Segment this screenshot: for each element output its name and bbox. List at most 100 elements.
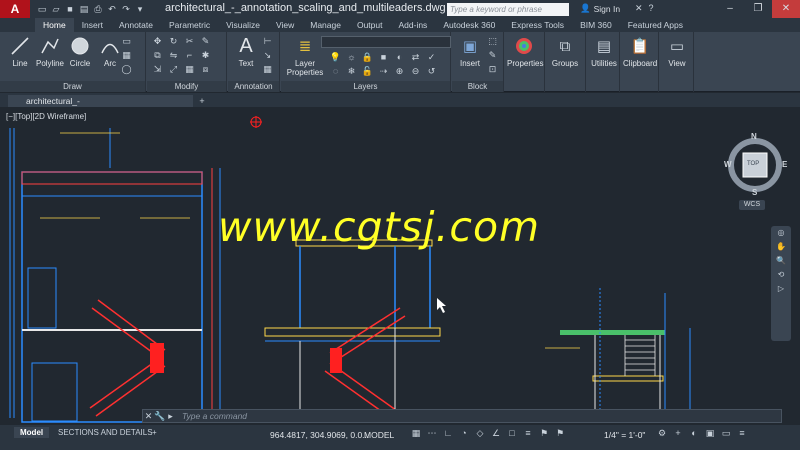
layer-off-icon[interactable]: ◌ <box>329 66 342 77</box>
attribute-icon[interactable]: ⊡ <box>486 64 499 75</box>
minimize-button[interactable]: – <box>716 0 744 18</box>
restore-button[interactable]: ❐ <box>744 0 772 18</box>
layer-current-icon[interactable]: ✓ <box>425 52 438 63</box>
fillet-icon[interactable]: ⌐ <box>183 50 196 61</box>
polar-icon[interactable]: ◔ <box>458 428 470 439</box>
lineweight-icon[interactable]: ≡ <box>522 428 534 439</box>
move-icon[interactable]: ✥ <box>151 36 164 47</box>
layer-prev-icon[interactable]: ↺ <box>425 66 438 77</box>
undo-icon[interactable]: ↶ <box>106 4 118 15</box>
line-tool[interactable]: Line <box>3 35 37 68</box>
properties-tool[interactable]: Properties <box>507 35 543 68</box>
array-icon[interactable]: ▦ <box>183 64 196 75</box>
annotation-scale[interactable]: 1/4" = 1'-0" <box>604 430 645 440</box>
open-icon[interactable]: ▱ <box>50 4 62 15</box>
sign-in-button[interactable]: 👤 Sign In <box>580 3 620 14</box>
showmotion-icon[interactable]: ▷ <box>771 282 791 296</box>
isodraft-icon[interactable]: ◇ <box>474 428 486 439</box>
annotation-visibility-icon[interactable]: ⚑ <box>538 428 550 439</box>
layer-on-icon[interactable]: 💡 <box>329 52 342 63</box>
snap-icon[interactable]: ⋯ <box>426 428 438 439</box>
wcs-menu[interactable]: WCS <box>739 200 765 210</box>
erase-icon[interactable]: ✎ <box>199 36 212 47</box>
tab-home[interactable]: Home <box>35 18 74 32</box>
polyline-tool[interactable]: Polyline <box>33 35 67 68</box>
tab-parametric[interactable]: Parametric <box>161 18 218 32</box>
viewcube-top-face[interactable]: TOP <box>747 161 759 167</box>
viewcube[interactable]: N S E W TOP <box>722 132 788 198</box>
model-space-button[interactable]: MODEL <box>364 430 394 440</box>
view-tool[interactable]: ▭ View <box>660 35 694 68</box>
isolate-icon[interactable]: ◐ <box>688 428 700 439</box>
compass-east[interactable]: E <box>782 160 787 169</box>
redo-icon[interactable]: ↷ <box>120 4 132 15</box>
close-command-icon[interactable]: ✕ <box>143 411 154 422</box>
leader-icon[interactable]: ↘ <box>261 50 274 61</box>
new-icon[interactable]: ▭ <box>36 4 48 15</box>
tab-featured-apps[interactable]: Featured Apps <box>620 18 691 32</box>
command-input[interactable]: Type a command <box>176 411 247 421</box>
layer-match-icon[interactable]: ⇄ <box>409 52 422 63</box>
recent-commands-icon[interactable]: ▸ <box>165 411 176 422</box>
search-input[interactable]: Type a keyword or phrase <box>447 3 569 16</box>
layer-merge-icon[interactable]: ⊕ <box>393 66 406 77</box>
layer-color-icon[interactable]: ■ <box>377 52 390 63</box>
layer-iso-icon[interactable]: ◐ <box>393 52 406 63</box>
print-icon[interactable]: ⎙ <box>92 4 104 15</box>
object-snap-icon[interactable]: □ <box>506 428 518 439</box>
draw-panel-label[interactable]: Draw <box>0 81 145 92</box>
orbit-icon[interactable]: ⟲ <box>771 268 791 282</box>
hardware-acceleration-icon[interactable]: ▣ <box>704 428 716 439</box>
tab-add-ins[interactable]: Add-ins <box>390 18 435 32</box>
compass-west[interactable]: W <box>724 160 732 169</box>
gear-icon[interactable]: ⚙ <box>656 428 668 439</box>
model-tab[interactable]: Model <box>14 427 50 438</box>
explode-icon[interactable]: ✱ <box>199 50 212 61</box>
compass-north[interactable]: N <box>751 132 757 141</box>
layer-thaw-icon[interactable]: ❄ <box>345 66 358 77</box>
circle-tool[interactable]: Circle <box>63 35 97 68</box>
save-icon[interactable]: ■ <box>64 4 76 15</box>
app-menu-button[interactable]: A <box>0 0 30 18</box>
create-block-icon[interactable]: ⬚ <box>486 36 499 47</box>
layer-lock-icon[interactable]: 🔒 <box>361 52 374 63</box>
clipboard-tool[interactable]: 📋 Clipboard <box>623 35 657 68</box>
tab-visualize[interactable]: Visualize <box>218 18 268 32</box>
tab-express-tools[interactable]: Express Tools <box>503 18 572 32</box>
modify-panel-label[interactable]: Modify <box>147 81 226 92</box>
compass-south[interactable]: S <box>752 188 757 197</box>
ellipse-icon[interactable]: ◯ <box>120 64 133 75</box>
auto-scale-icon[interactable]: ⚑ <box>554 428 566 439</box>
copy-icon[interactable]: ⧉ <box>151 50 164 61</box>
layer-walk-icon[interactable]: ⇢ <box>377 66 390 77</box>
tab-autodesk-360[interactable]: Autodesk 360 <box>435 18 503 32</box>
block-panel-label[interactable]: Block <box>452 81 503 92</box>
mirror-icon[interactable]: ⇋ <box>167 50 180 61</box>
pan-icon[interactable]: ✋ <box>771 240 791 254</box>
viewport-controls[interactable]: [−][Top][2D Wireframe] <box>6 112 86 121</box>
groups-tool[interactable]: ⧉ Groups <box>548 35 582 69</box>
tab-bim-360[interactable]: BIM 360 <box>572 18 620 32</box>
drawing-canvas[interactable]: [−][Top][2D Wireframe] www.cgtsj.com N S… <box>0 108 800 425</box>
insert-tool[interactable]: ▣ Insert <box>453 35 487 68</box>
close-button[interactable]: ✕ <box>772 0 800 18</box>
exchange-icon[interactable]: ✕ <box>635 3 643 14</box>
customization-icon[interactable]: ≡ <box>736 428 748 439</box>
layer-dropdown[interactable] <box>321 36 451 48</box>
layer-properties-tool[interactable]: ≣ Layer Properties <box>285 35 325 77</box>
add-layout-button[interactable]: + <box>146 427 163 438</box>
rectangle-icon[interactable]: ▭ <box>120 36 133 47</box>
layer-unlock-icon[interactable]: 🔓 <box>361 66 374 77</box>
object-snap-tracking-icon[interactable]: ∠ <box>490 428 502 439</box>
tab-insert[interactable]: Insert <box>74 18 111 32</box>
file-tab[interactable]: architectural_-_anno...ling_and_multilea… <box>8 95 193 118</box>
scale-icon[interactable]: ⤢ <box>167 64 180 75</box>
edit-block-icon[interactable]: ✎ <box>486 50 499 61</box>
coordinates-readout[interactable]: 964.4817, 304.9069, 0.0... <box>270 430 369 440</box>
customize-icon[interactable]: 🔧 <box>154 411 165 422</box>
utilities-tool[interactable]: ▤ Utilities <box>587 35 621 68</box>
layers-panel-label[interactable]: Layers <box>281 81 450 92</box>
layer-delete-icon[interactable]: ⊖ <box>409 66 422 77</box>
plus-icon[interactable]: + <box>672 428 684 439</box>
trim-icon[interactable]: ✂ <box>183 36 196 47</box>
